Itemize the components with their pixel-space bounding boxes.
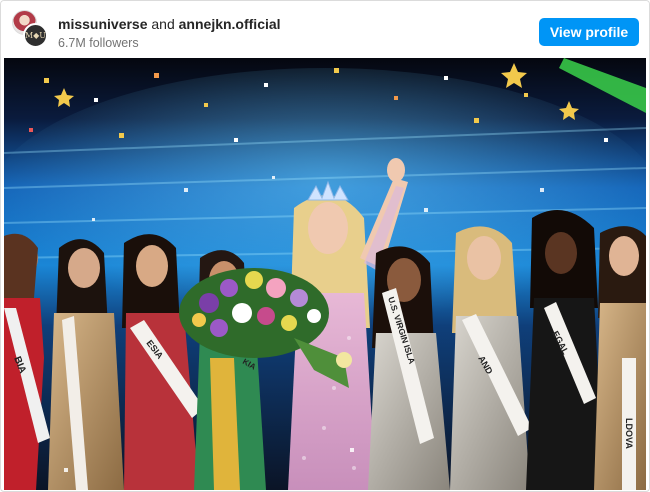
username-missuniverse[interactable]: missuniverse: [58, 16, 148, 32]
username-annejkn[interactable]: annejkn.official: [179, 16, 281, 32]
sash-text: LDOVA: [624, 418, 634, 449]
collab-usernames: missuniverse and annejkn.official: [58, 16, 281, 32]
collab-avatars[interactable]: M◆U: [12, 10, 50, 48]
avatar-annejkn[interactable]: M◆U: [23, 23, 48, 48]
post-image[interactable]: BIA ESIA KIA U.S. VIRGIN ISLA AND EGAL L…: [4, 58, 646, 490]
collab-conjunction: and: [151, 16, 175, 32]
view-profile-button[interactable]: View profile: [539, 18, 639, 46]
avatar-monogram: M◆U: [24, 31, 47, 40]
instagram-embed-card: M◆U missuniverse and annejkn.official 6.…: [0, 0, 650, 492]
follower-count: 6.7M followers: [58, 36, 139, 50]
post-header: M◆U missuniverse and annejkn.official 6.…: [1, 1, 649, 58]
account-names: missuniverse and annejkn.official 6.7M f…: [58, 16, 281, 50]
